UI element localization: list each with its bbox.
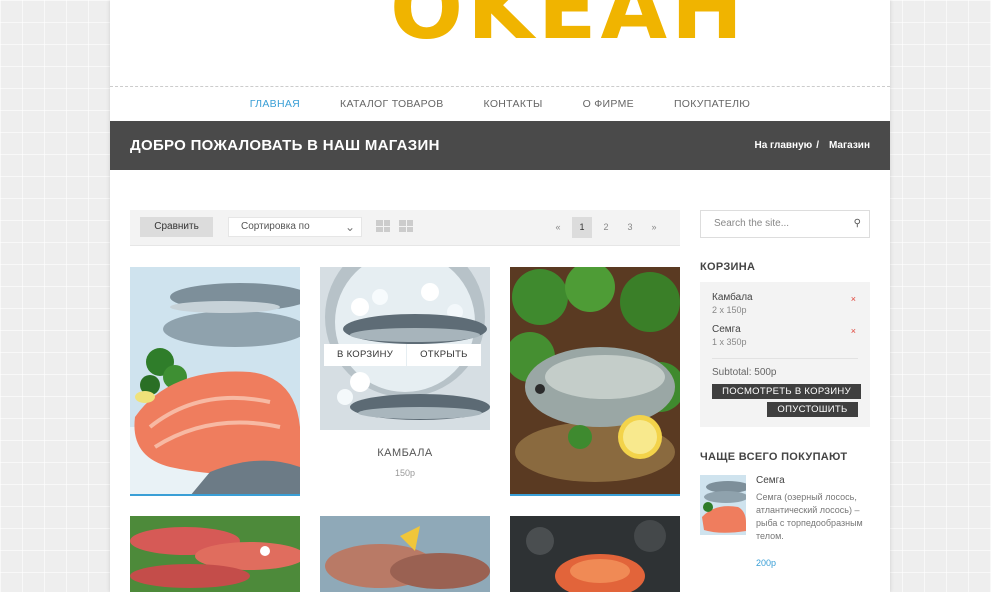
product-card[interactable] (320, 516, 490, 592)
popular-product[interactable]: Семга Семга (озерный лосось, атлантическ… (700, 475, 870, 568)
sort-select[interactable]: Сортировка по ⌄ (228, 217, 362, 237)
pagination-page-1[interactable]: 1 (572, 217, 592, 238)
search-placeholder: Search the site... (714, 218, 790, 229)
popular-product-image[interactable] (700, 475, 746, 535)
page-title: ДОБРО ПОЖАЛОВАТЬ В НАШ МАГАЗИН (130, 137, 440, 154)
product-card[interactable] (510, 516, 680, 592)
nav-item-catalog[interactable]: КАТАЛОГ ТОВАРОВ (320, 98, 463, 110)
breadcrumb-current: Магазин (828, 140, 870, 151)
product-image[interactable] (130, 267, 300, 496)
pagination-next[interactable]: » (644, 217, 664, 238)
add-to-cart-button[interactable]: В КОРЗИНУ (324, 344, 407, 366)
popular-heading: ЧАЩЕ ВСЕГО ПОКУПАЮТ (700, 451, 848, 463)
page-title-banner: ДОБРО ПОЖАЛОВАТЬ В НАШ МАГАЗИН На главну… (110, 121, 890, 170)
nav-item-home[interactable]: ГЛАВНАЯ (230, 98, 320, 110)
header: OKEAH (110, 0, 890, 87)
product-actions: В КОРЗИНУ ОТКРЫТЬ (324, 344, 481, 366)
grid-view-icon[interactable] (399, 220, 413, 232)
popular-product-price: 200р (756, 558, 777, 568)
chevron-down-icon: ⌄ (344, 220, 355, 234)
pagination-prev[interactable]: « (548, 217, 568, 238)
sort-select-label: Сортировка по (241, 221, 310, 232)
cart-item-name[interactable]: Семга (712, 324, 858, 335)
open-product-button[interactable]: ОТКРЫТЬ (407, 344, 481, 366)
view-cart-button[interactable]: ПОСМОТРЕТЬ В КОРЗИНУ (712, 384, 861, 399)
search-icon[interactable]: ⚲ (854, 211, 861, 237)
view-toggle (376, 220, 413, 232)
compare-button[interactable]: Сравнить (140, 217, 213, 237)
product-image[interactable] (130, 516, 300, 592)
remove-item-icon[interactable]: × (851, 294, 856, 304)
nav-item-contacts[interactable]: КОНТАКТЫ (464, 98, 563, 110)
pagination-page-3[interactable]: 3 (620, 217, 640, 238)
pagination: « 1 2 3 » (548, 217, 664, 238)
mini-cart: Камбала 2 x 150р × Семга 1 x 350р × Subt… (700, 282, 870, 427)
nav-item-about[interactable]: О ФИРМЕ (563, 98, 654, 110)
cart-heading: КОРЗИНА (700, 261, 756, 273)
main-nav: ГЛАВНАЯ КАТАЛОГ ТОВАРОВ КОНТАКТЫ О ФИРМЕ… (110, 87, 890, 121)
search-input[interactable]: Search the site... ⚲ (700, 210, 870, 238)
product-image[interactable] (510, 516, 680, 592)
popular-product-description: Семга (озерный лосось, атлантический лос… (756, 492, 863, 541)
product-image[interactable] (510, 267, 680, 496)
page-container: OKEAH ГЛАВНАЯ КАТАЛОГ ТОВАРОВ КОНТАКТЫ О… (110, 0, 890, 592)
product-card[interactable] (130, 267, 300, 496)
product-image[interactable] (320, 516, 490, 592)
pagination-page-2[interactable]: 2 (596, 217, 616, 238)
cart-item: Камбала 2 x 150р × (712, 292, 858, 324)
cart-item-qty: 2 x 150р (712, 305, 747, 315)
product-price: 150р (394, 468, 416, 478)
empty-cart-button[interactable]: ОПУСТОШИТЬ (767, 402, 858, 417)
site-logo[interactable]: OKEAH (390, 0, 747, 52)
product-card[interactable]: В КОРЗИНУ ОТКРЫТЬ КАМБАЛА 150р (320, 267, 490, 478)
cart-subtotal: Subtotal: 500р (712, 358, 858, 378)
product-name[interactable]: КАМБАЛА (320, 447, 490, 459)
product-image[interactable]: В КОРЗИНУ ОТКРЫТЬ (320, 267, 490, 430)
cart-item-qty: 1 x 350р (712, 337, 747, 347)
breadcrumb-home[interactable]: На главную (755, 140, 813, 151)
breadcrumb-separator: / (816, 140, 819, 151)
product-card[interactable] (130, 516, 300, 592)
popular-product-title[interactable]: Семга (756, 475, 785, 486)
product-card[interactable] (510, 267, 680, 496)
cart-item: Семга 1 x 350р × (712, 324, 858, 356)
remove-item-icon[interactable]: × (851, 326, 856, 336)
sidebar: Search the site... ⚲ КОРЗИНА Камбала 2 x… (700, 210, 870, 568)
breadcrumb: На главную / Магазин (751, 140, 871, 151)
list-view-icon[interactable] (376, 220, 390, 232)
cart-item-name[interactable]: Камбала (712, 292, 858, 303)
nav-item-customer[interactable]: ПОКУПАТЕЛЮ (654, 98, 770, 110)
shop-toolbar: Сравнить Сортировка по ⌄ « 1 2 3 » (130, 210, 680, 246)
